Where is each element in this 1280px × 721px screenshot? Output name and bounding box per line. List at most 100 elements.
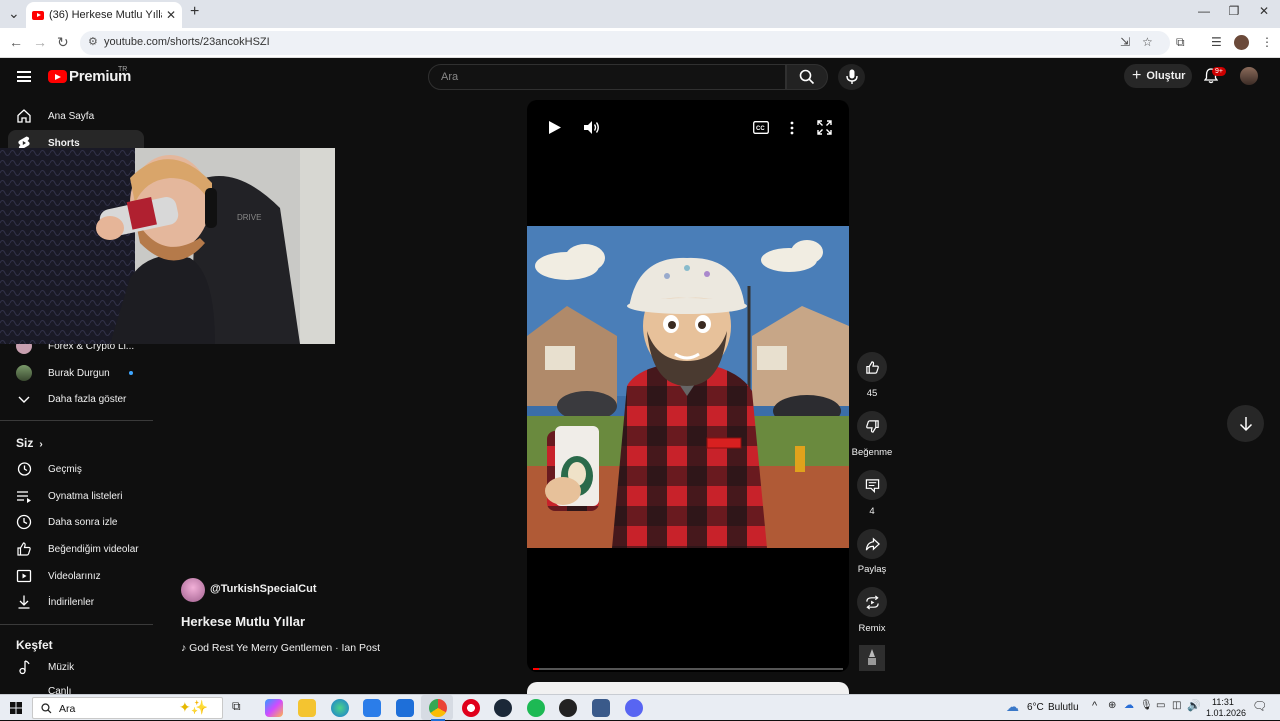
back-icon[interactable]: ← <box>9 34 23 50</box>
sidebar-item-history[interactable]: Geçmiş <box>0 456 144 482</box>
bookmark-star-icon[interactable]: ☆ <box>1142 35 1153 49</box>
dislike-button[interactable] <box>857 411 887 441</box>
onedrive-icon[interactable]: ☁ <box>1124 700 1134 711</box>
browser-profile-avatar[interactable] <box>1234 35 1249 50</box>
channel-avatar[interactable] <box>181 578 205 602</box>
reload-icon[interactable]: ↻ <box>57 34 69 51</box>
browser-tab[interactable]: (36) Herkese Mutlu Yıllar - YouTube ✕ <box>26 2 182 28</box>
steam-icon[interactable] <box>494 699 512 717</box>
restore-icon[interactable]: ❐ <box>1219 4 1249 18</box>
sidebar-item-live[interactable]: Canlı <box>0 681 144 694</box>
sidebar-channel-burak-durgun[interactable]: Burak Durgun <box>0 360 144 386</box>
sidebar-item-label: Canlı <box>48 686 72 694</box>
tray-chevron-icon[interactable]: ^ <box>1092 700 1097 712</box>
weather-temp[interactable]: 6°C <box>1027 702 1044 713</box>
taskbar-search-box[interactable]: Ara ✦✨ <box>32 697 223 719</box>
weather-desc[interactable]: Bulutlu <box>1048 702 1079 713</box>
account-avatar[interactable] <box>1240 67 1258 85</box>
sidebar-divider <box>0 420 153 421</box>
tray-app-icon[interactable]: ⊕ <box>1108 700 1116 711</box>
video-progress-bar[interactable] <box>533 668 843 670</box>
network-icon[interactable]: ◫ <box>1172 700 1181 711</box>
edge-icon[interactable] <box>331 699 349 717</box>
clock-date[interactable]: 1.01.2026 <box>1206 708 1246 718</box>
more-options-icon[interactable] <box>789 121 795 135</box>
clock-icon <box>16 514 32 530</box>
url-text[interactable]: youtube.com/shorts/23ancokHSZI <box>104 36 270 48</box>
menu-hamburger-icon[interactable] <box>17 71 31 82</box>
install-app-icon[interactable]: ⇲ <box>1120 35 1130 49</box>
sidebar-item-downloads[interactable]: İndirilenler <box>0 589 144 615</box>
windows-taskbar: Ara ✦✨ ⧉ ☁ 6°C Bulutlu ^ ⊕ ☁ 🎙 ▭ ◫ 🔊 11:… <box>0 694 1280 721</box>
sidebar-show-more[interactable]: Daha fazla göster <box>0 386 144 412</box>
like-count: 45 <box>866 388 878 399</box>
minimize-icon[interactable]: — <box>1189 4 1219 18</box>
github-desktop-icon[interactable] <box>559 699 577 717</box>
opera-icon[interactable] <box>462 699 480 717</box>
play-icon[interactable] <box>548 120 562 135</box>
address-bar: ← → ↻ ⚙ youtube.com/shorts/23ancokHSZI ⇲… <box>0 28 1280 58</box>
search-button[interactable] <box>786 64 828 90</box>
notification-center-icon[interactable]: 🗨 <box>1252 699 1267 713</box>
share-button[interactable] <box>857 529 887 559</box>
clock-time[interactable]: 11:31 <box>1212 697 1234 707</box>
discord-icon[interactable] <box>625 699 643 717</box>
sidebar-item-label: Ana Sayfa <box>48 110 95 122</box>
sidebar-item-watch-later[interactable]: Daha sonra izle <box>0 509 144 535</box>
sidebar-item-playlists[interactable]: Oynatma listeleri <box>0 483 144 509</box>
task-view-icon[interactable]: ⧉ <box>232 699 250 717</box>
remix-label: Remix <box>858 623 886 634</box>
sidebar-item-liked-videos[interactable]: Beğendiğim videolar <box>0 536 144 562</box>
omnibox[interactable]: ⚙ youtube.com/shorts/23ancokHSZI ⇲ ☆ <box>80 31 1170 55</box>
new-tab-icon[interactable]: + <box>190 3 199 21</box>
voice-search-button[interactable] <box>838 64 865 90</box>
like-button[interactable] <box>857 352 887 382</box>
window-close-icon[interactable]: ✕ <box>1249 4 1279 18</box>
windows-start-icon[interactable] <box>10 702 22 714</box>
youtube-logo-icon[interactable] <box>48 70 67 83</box>
microphone-tray-icon[interactable]: 🎙 <box>1140 700 1153 711</box>
app-icon[interactable] <box>592 699 610 717</box>
forward-icon[interactable]: → <box>33 34 47 50</box>
sidebar-section-you[interactable]: Siz › <box>16 436 43 450</box>
channel-name[interactable]: @TurkishSpecialCut <box>210 583 317 595</box>
chrome-icon[interactable] <box>429 699 447 717</box>
sidebar-item-music[interactable]: Müzik <box>0 654 144 680</box>
site-info-icon[interactable]: ⚙ <box>88 35 98 48</box>
sidebar-item-your-videos[interactable]: Videolarınız <box>0 563 144 589</box>
search-input[interactable]: Ara <box>428 64 786 90</box>
extensions-icon[interactable]: ⧉ <box>1176 35 1185 50</box>
mail-icon[interactable] <box>396 699 414 717</box>
copilot-icon[interactable] <box>265 699 283 717</box>
share-icon <box>865 536 880 551</box>
thumb-down-icon <box>865 419 879 433</box>
browser-tab-strip: ⌄ (36) Herkese Mutlu Yıllar - YouTube ✕ … <box>0 0 1280 28</box>
sound-thumbnail-image <box>859 645 885 671</box>
next-short-button[interactable] <box>1227 405 1264 442</box>
shorts-player[interactable]: CC <box>527 100 849 672</box>
chevron-down-icon <box>18 396 30 403</box>
music-attribution[interactable]: ♪ God Rest Ye Merry Gentlemen · Ian Post <box>181 642 380 654</box>
remix-icon <box>865 594 879 610</box>
comments-button[interactable] <box>857 470 887 500</box>
spotify-icon[interactable] <box>527 699 545 717</box>
microsoft-store-icon[interactable] <box>363 699 381 717</box>
fullscreen-icon[interactable] <box>817 120 832 135</box>
speaker-icon[interactable]: 🔊 <box>1187 699 1201 712</box>
video-title[interactable]: Herkese Mutlu Yıllar <box>181 614 305 629</box>
display-icon[interactable]: ▭ <box>1156 700 1165 711</box>
file-explorer-icon[interactable] <box>298 699 316 717</box>
sidebar-divider <box>0 624 153 625</box>
reading-list-icon[interactable]: ☰ <box>1211 35 1222 49</box>
volume-icon[interactable] <box>583 120 601 135</box>
video-frame-image <box>527 226 849 548</box>
remix-button[interactable] <box>857 587 887 617</box>
browser-menu-icon[interactable]: ⋮ <box>1261 35 1273 49</box>
tab-close-icon[interactable]: ✕ <box>166 8 176 22</box>
create-button[interactable]: + Oluştur <box>1124 64 1192 88</box>
captions-icon[interactable]: CC <box>753 121 769 134</box>
weather-cloud-icon[interactable]: ☁ <box>1006 699 1019 715</box>
tab-search-icon[interactable]: ⌄ <box>8 5 20 22</box>
sidebar-item-home[interactable]: Ana Sayfa <box>0 103 144 129</box>
sound-thumbnail[interactable] <box>859 645 885 671</box>
